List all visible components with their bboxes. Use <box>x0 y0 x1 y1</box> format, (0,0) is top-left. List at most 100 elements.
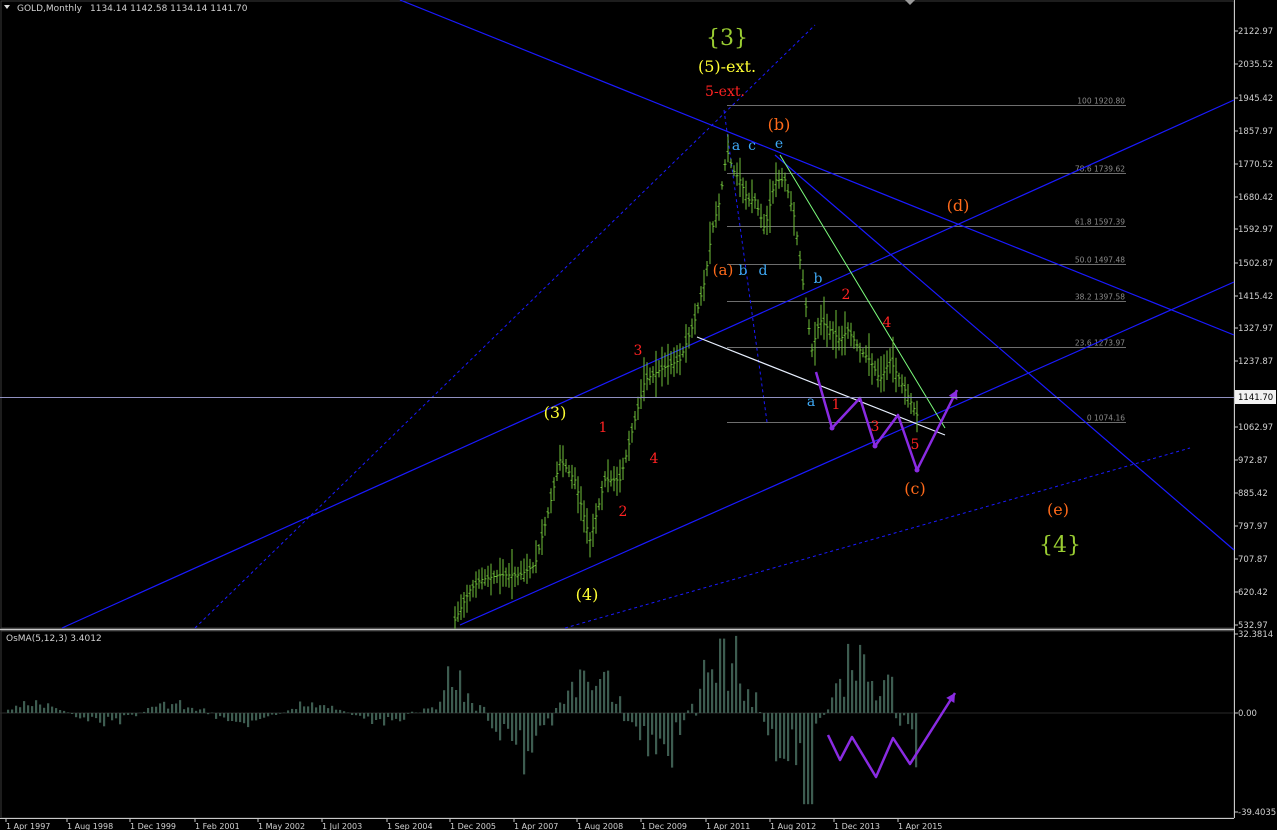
wave-label: {3} <box>706 26 748 51</box>
fib-level-label: 61.8 1597.39 <box>1075 218 1125 227</box>
osma-bar <box>739 683 742 713</box>
osma-bar <box>363 713 366 719</box>
osma-bar <box>523 713 526 775</box>
osma-bar <box>595 685 598 713</box>
osma-bar <box>699 688 702 713</box>
osma-bar <box>787 713 790 762</box>
osma-bar <box>503 713 506 724</box>
wave-label: b <box>814 271 823 287</box>
gold-monthly-chart[interactable]: 100 1920.80 78.6 1739.62 61.8 1597.39 50.0 … <box>0 0 1277 830</box>
osma-bar <box>663 713 666 745</box>
osma-bar <box>555 708 558 713</box>
projection-pivot <box>914 467 920 473</box>
osma-bar <box>495 713 498 732</box>
current-price-label: 1141.70 <box>1238 393 1273 403</box>
osma-bar <box>463 701 466 713</box>
wave-label: c <box>748 138 756 154</box>
osma-bar <box>447 666 450 713</box>
osma-bar <box>807 713 810 805</box>
osma-bar <box>187 707 190 713</box>
osma-bar <box>727 690 730 713</box>
osma-bar <box>307 706 310 713</box>
osma-bar <box>799 713 802 744</box>
osma-bar <box>287 710 290 713</box>
osma-bar <box>867 681 870 713</box>
osma-bar <box>779 713 782 759</box>
osma-bar <box>403 713 406 720</box>
osma-bar <box>747 689 750 713</box>
osma-bar <box>199 709 202 713</box>
osma-bar <box>55 708 58 713</box>
fib-level-label: 38.2 1397.58 <box>1075 293 1125 302</box>
osma-bar <box>203 708 206 713</box>
osma-bar <box>319 705 322 713</box>
fib-level-label: 78.6 1739.62 <box>1075 165 1125 174</box>
osma-bar <box>543 713 546 726</box>
osma-bar <box>455 690 458 713</box>
fib-level-label: 100 1920.80 <box>1077 97 1125 106</box>
osma-bar <box>359 713 362 716</box>
osma-bar <box>227 713 230 722</box>
osma-bar <box>83 713 86 718</box>
osma-bar <box>835 683 838 713</box>
osma-bar <box>515 713 518 745</box>
osma-bar <box>251 713 254 721</box>
osma-bar <box>499 713 502 741</box>
osma-bar <box>887 674 890 713</box>
osma-bar <box>51 706 54 713</box>
osma-bar <box>151 706 154 713</box>
wave-label: d <box>759 263 768 279</box>
wave-label: 2 <box>619 504 628 520</box>
osma-bar <box>327 708 330 713</box>
osma-bar <box>831 697 834 713</box>
osma-bar <box>191 707 194 713</box>
osma-bar <box>691 703 694 713</box>
osma-bar <box>859 644 862 713</box>
osma-bar <box>883 680 886 713</box>
osma-bar <box>487 713 490 721</box>
wave-label: 1 <box>832 397 841 413</box>
osma-bar <box>339 709 342 713</box>
osma-bar <box>723 638 726 713</box>
time-axis-label: 1 Dec 2005 <box>450 822 496 830</box>
wave-label: b <box>739 263 748 279</box>
wave-label: (e) <box>1047 500 1069 519</box>
time-axis-label: 1 Aug 2008 <box>577 822 623 830</box>
wave-label: (c) <box>904 479 925 498</box>
osma-bar <box>583 670 586 713</box>
osma-bar <box>775 713 778 762</box>
osma-bar <box>627 713 630 722</box>
osma-bar <box>351 713 354 715</box>
osma-bar <box>843 696 846 713</box>
wave-label: a <box>807 394 815 410</box>
osma-bar <box>399 713 402 722</box>
osma-bar <box>387 713 390 717</box>
wave-label: a <box>732 138 740 154</box>
osma-bar <box>855 680 858 713</box>
osma-bar <box>643 713 646 726</box>
osma-bar <box>531 713 534 753</box>
osma-bar <box>791 713 794 730</box>
time-axis-label: 1 Sep 2004 <box>387 822 433 830</box>
wave-label: 4 <box>650 451 659 467</box>
osma-axis-label: 0.00 <box>1238 709 1257 719</box>
osma-bar <box>323 705 326 713</box>
osma-bar <box>743 700 746 713</box>
osma-axis-label: 32.3814 <box>1238 630 1273 640</box>
osma-bar <box>259 713 262 719</box>
osma-bar <box>167 708 170 713</box>
osma-bar <box>235 713 238 722</box>
price-axis-label: 797.97 <box>1238 522 1268 532</box>
osma-bar <box>823 713 826 715</box>
osma-bar <box>847 643 850 713</box>
projection-pivot <box>829 425 835 431</box>
time-axis-label: 1 Dec 2009 <box>641 822 687 830</box>
osma-bar <box>695 713 698 716</box>
osma-bar <box>443 690 446 713</box>
osma-bar <box>899 713 902 726</box>
osma-bar <box>263 713 266 718</box>
price-axis-label: 1945.42 <box>1238 94 1273 104</box>
price-axis-label: 1237.87 <box>1238 357 1273 367</box>
price-axis-label: 1062.97 <box>1238 423 1273 433</box>
osma-bar <box>7 709 10 713</box>
